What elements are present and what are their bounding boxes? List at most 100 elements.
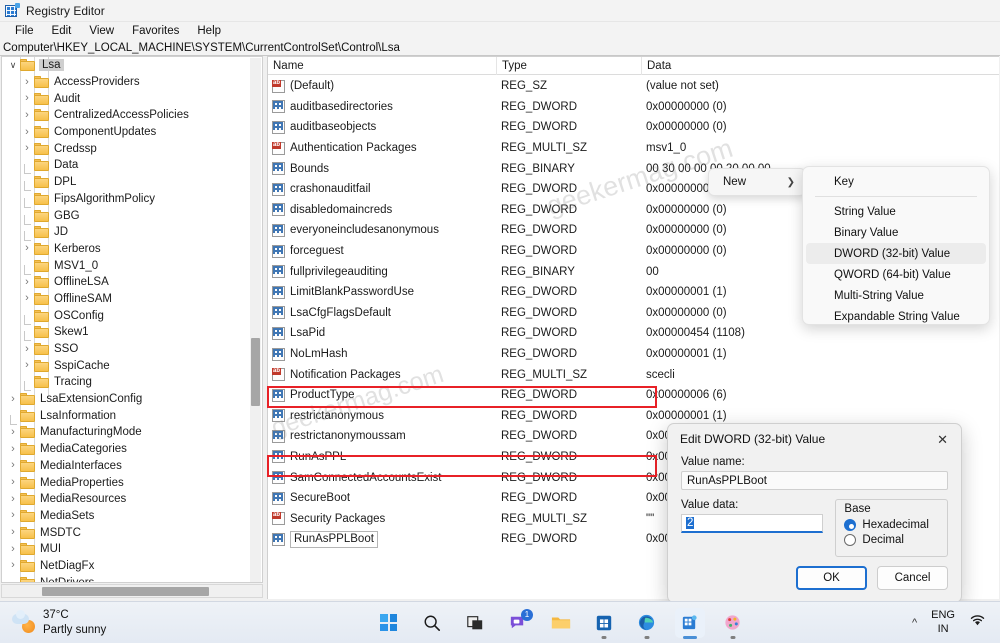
- menu-item-qword-64-bit-value[interactable]: QWORD (64-bit) Value: [806, 264, 986, 285]
- search-icon[interactable]: [417, 608, 447, 638]
- column-header-name[interactable]: Name: [268, 57, 496, 75]
- chevron-right-icon[interactable]: ›: [20, 243, 34, 254]
- paint-icon[interactable]: [718, 608, 748, 639]
- tree-node[interactable]: › MSDTC: [2, 524, 250, 541]
- chevron-right-icon[interactable]: ›: [20, 293, 34, 304]
- tree-node[interactable]: LsaInformation: [2, 407, 250, 425]
- tree-node[interactable]: › Audit: [2, 90, 250, 107]
- chevron-right-icon[interactable]: ›: [20, 360, 34, 371]
- column-header-type[interactable]: Type: [496, 57, 641, 75]
- chevron-right-icon[interactable]: ›: [6, 493, 20, 505]
- task-view-icon[interactable]: [460, 608, 490, 638]
- tree-node[interactable]: › LsaExtensionConfig: [2, 391, 250, 408]
- tree-node[interactable]: › AccessProviders: [2, 74, 250, 91]
- chevron-right-icon[interactable]: ›: [20, 126, 34, 138]
- chevron-down-icon[interactable]: ∨: [6, 60, 20, 70]
- chevron-right-icon[interactable]: ›: [6, 443, 20, 455]
- chevron-right-icon[interactable]: ›: [20, 143, 34, 154]
- address-bar[interactable]: Computer\HKEY_LOCAL_MACHINE\SYSTEM\Curre…: [0, 40, 1000, 56]
- tree-node[interactable]: › MediaInterfaces: [2, 458, 250, 475]
- registry-editor-taskbar-icon[interactable]: [674, 607, 705, 639]
- chevron-up-icon[interactable]: ^: [912, 617, 917, 629]
- chevron-right-icon[interactable]: ›: [6, 477, 20, 488]
- close-icon[interactable]: ✕: [932, 431, 953, 448]
- tree-node[interactable]: › ManufacturingMode: [2, 424, 250, 441]
- ok-button[interactable]: OK: [796, 566, 867, 590]
- tree-vertical-scroll-thumb[interactable]: [251, 338, 260, 406]
- chevron-right-icon[interactable]: ›: [20, 76, 34, 88]
- edge-icon[interactable]: [632, 608, 662, 639]
- table-row[interactable]: auditbaseobjects REG_DWORD 0x00000000 (0): [268, 117, 999, 138]
- tree-node[interactable]: › MediaSets: [2, 508, 250, 525]
- menu-item-dword-32-bit-value[interactable]: DWORD (32-bit) Value: [806, 243, 986, 264]
- chevron-right-icon[interactable]: ›: [20, 343, 34, 355]
- tree-node[interactable]: Data: [2, 157, 250, 175]
- start-button[interactable]: [374, 608, 404, 638]
- menu-favorites[interactable]: Favorites: [123, 24, 188, 38]
- menu-item-key[interactable]: Key: [806, 171, 986, 192]
- chat-icon[interactable]: 1: [503, 608, 533, 638]
- table-row[interactable]: ab (Default) REG_SZ (value not set): [268, 76, 999, 97]
- tree-node[interactable]: MSV1_0: [2, 257, 250, 275]
- menu-file[interactable]: File: [6, 24, 43, 38]
- chevron-right-icon[interactable]: ›: [20, 93, 34, 104]
- tree-node[interactable]: › NetDiagFx: [2, 558, 250, 575]
- tree-node[interactable]: › SSO: [2, 341, 250, 358]
- tree-node[interactable]: › MUI: [2, 541, 250, 558]
- wifi-icon[interactable]: [969, 613, 986, 632]
- tree-node[interactable]: OSConfig: [2, 307, 250, 325]
- chevron-right-icon[interactable]: ›: [6, 393, 20, 405]
- tree-node[interactable]: › MediaCategories: [2, 441, 250, 458]
- table-row[interactable]: ab Notification Packages REG_MULTI_SZ scecl…: [268, 364, 999, 385]
- cancel-button[interactable]: Cancel: [877, 566, 948, 590]
- tree-vertical-scrollbar[interactable]: [250, 58, 261, 582]
- edit-dword-dialog[interactable]: Edit DWORD (32-bit) Value ✕ Value name: …: [667, 423, 962, 603]
- value-data-input[interactable]: 2: [681, 514, 824, 533]
- table-row[interactable]: auditbasedirectories REG_DWORD 0x00000000 …: [268, 97, 999, 118]
- tree-node[interactable]: › MediaResources: [2, 491, 250, 508]
- table-row[interactable]: ProductType REG_DWORD 0x00000006 (6): [268, 385, 999, 406]
- chevron-right-icon[interactable]: ›: [20, 109, 34, 121]
- radio-decimal[interactable]: Decimal: [844, 534, 939, 546]
- chevron-right-icon[interactable]: ›: [6, 543, 20, 555]
- tree-node[interactable]: ∨ Lsa: [2, 57, 250, 74]
- tree-node[interactable]: › Kerberos: [2, 241, 250, 258]
- tree-horizontal-scrollbar[interactable]: [1, 584, 263, 598]
- tree-horizontal-scroll-thumb[interactable]: [42, 587, 209, 596]
- menu-help[interactable]: Help: [188, 24, 230, 38]
- column-header-data[interactable]: Data: [641, 57, 999, 75]
- chevron-right-icon[interactable]: ›: [6, 560, 20, 571]
- context-menu-new[interactable]: New ❯: [708, 168, 806, 196]
- tree-node[interactable]: FipsAlgorithmPolicy: [2, 191, 250, 208]
- weather-widget[interactable]: 37°C Partly sunny: [0, 608, 210, 637]
- tree-node[interactable]: › MediaProperties: [2, 474, 250, 491]
- tree-node[interactable]: NetDrivers: [2, 574, 250, 582]
- chevron-right-icon[interactable]: ›: [6, 510, 20, 521]
- tree-node[interactable]: DPL: [2, 174, 250, 192]
- tree-node[interactable]: › Credssp: [2, 140, 250, 157]
- tree-node[interactable]: › OfflineSAM: [2, 291, 250, 308]
- table-row[interactable]: ab Authentication Packages REG_MULTI_SZ msv…: [268, 138, 999, 159]
- tree-node[interactable]: Tracing: [2, 374, 250, 392]
- tree-node[interactable]: › CentralizedAccessPolicies: [2, 107, 250, 124]
- chevron-right-icon[interactable]: ›: [20, 276, 34, 288]
- chevron-right-icon[interactable]: ›: [6, 527, 20, 538]
- tree-node[interactable]: › SspiCache: [2, 357, 250, 374]
- menu-view[interactable]: View: [80, 24, 123, 38]
- table-row[interactable]: NoLmHash REG_DWORD 0x00000001 (1): [268, 344, 999, 365]
- tree-node[interactable]: JD: [2, 224, 250, 242]
- tree-node[interactable]: › OfflineLSA: [2, 274, 250, 291]
- tree-node[interactable]: GBG: [2, 207, 250, 225]
- chevron-right-icon[interactable]: ›: [6, 426, 20, 438]
- radio-hexadecimal[interactable]: Hexadecimal: [844, 519, 939, 531]
- new-value-submenu[interactable]: Key String Value Binary Value DWORD (32-bit…: [802, 166, 990, 325]
- menu-item-multi-string-value[interactable]: Multi-String Value: [806, 285, 986, 306]
- file-explorer-icon[interactable]: [546, 608, 576, 638]
- rename-input[interactable]: RunAsPPLBoot: [290, 530, 378, 548]
- registry-tree-pane[interactable]: ∨ Lsa › AccessProviders › Audit › CentralizedAc…: [1, 56, 263, 583]
- chevron-right-icon[interactable]: ›: [6, 460, 20, 471]
- menu-item-binary-value[interactable]: Binary Value: [806, 222, 986, 243]
- value-name-input[interactable]: RunAsPPLBoot: [681, 471, 948, 490]
- menu-item-string-value[interactable]: String Value: [806, 201, 986, 222]
- tree-node[interactable]: › ComponentUpdates: [2, 124, 250, 141]
